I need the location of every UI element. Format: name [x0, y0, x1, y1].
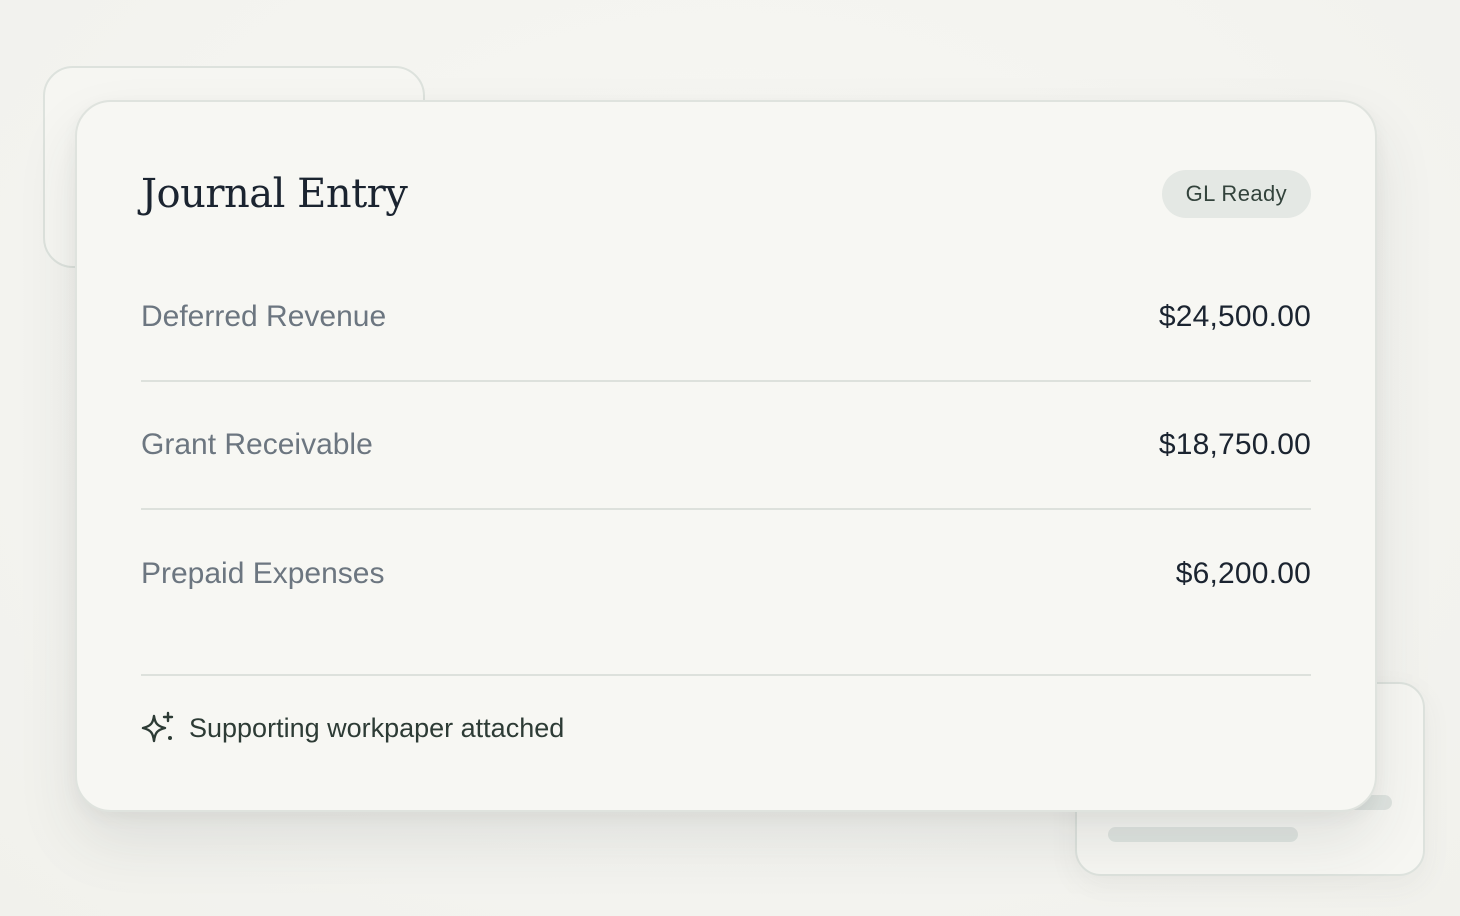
journal-entry-card: Journal Entry GL Ready Deferred Revenue … [75, 100, 1377, 812]
card-header: Journal Entry GL Ready [141, 168, 1311, 220]
entry-label: Prepaid Expenses [141, 557, 385, 590]
card-footer: Supporting workpaper attached [141, 674, 1311, 780]
entry-row-prepaid-expenses: Prepaid Expenses $6,200.00 [141, 510, 1311, 638]
entry-amount: $24,500.00 [1158, 300, 1311, 333]
entry-label: Deferred Revenue [141, 300, 387, 333]
entry-row-deferred-revenue: Deferred Revenue $24,500.00 [141, 254, 1311, 382]
entry-list: Deferred Revenue $24,500.00 Grant Receiv… [141, 254, 1311, 638]
card-title: Journal Entry [141, 171, 408, 217]
entry-amount: $18,750.00 [1158, 428, 1311, 461]
attachment-status-text: Supporting workpaper attached [189, 712, 565, 743]
background-stage: Journal Entry GL Ready Deferred Revenue … [0, 0, 1460, 916]
entry-amount: $6,200.00 [1175, 557, 1311, 590]
placeholder-bar [1108, 827, 1298, 842]
entry-label: Grant Receivable [141, 428, 373, 461]
sparkle-icon [141, 711, 175, 745]
entry-row-grant-receivable: Grant Receivable $18,750.00 [141, 382, 1311, 510]
status-badge: GL Ready [1161, 170, 1311, 218]
